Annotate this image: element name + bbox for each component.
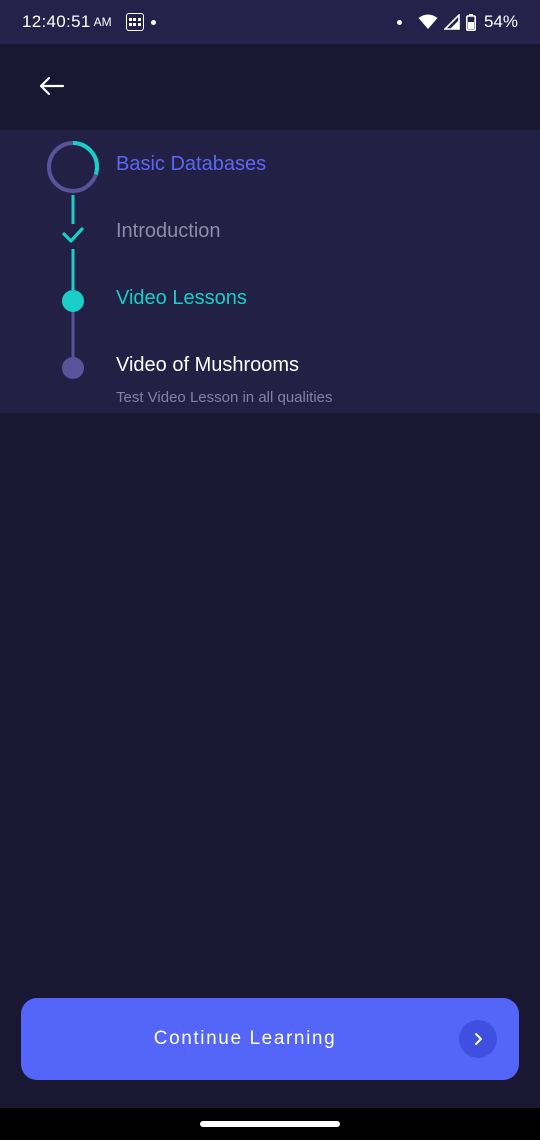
chevron-right-icon: [459, 1020, 497, 1058]
grid-icon: [125, 13, 144, 31]
home-indicator[interactable]: [200, 1121, 340, 1127]
active-step-dot: [62, 290, 84, 312]
system-nav-bar: [0, 1108, 540, 1140]
course-title[interactable]: Basic Databases: [116, 153, 266, 176]
timeline-track: [47, 141, 99, 379]
dot-icon: [150, 19, 156, 25]
step-current-lesson[interactable]: Video of Mushrooms: [116, 354, 299, 377]
app-header: [0, 44, 540, 130]
step-introduction[interactable]: Introduction: [116, 220, 221, 243]
wifi-icon: [418, 14, 438, 29]
status-ampm: AM: [93, 15, 112, 29]
course-progress-panel: Basic Databases Introduction Video Lesso…: [0, 130, 540, 413]
back-button[interactable]: [28, 66, 76, 106]
current-step-dot: [62, 357, 84, 379]
status-bar: 12:40:51 AM 54%: [0, 0, 540, 44]
check-icon: [62, 227, 84, 243]
battery-icon: [465, 13, 476, 31]
status-time: 12:40:51: [22, 12, 91, 31]
status-right: 54%: [390, 12, 518, 32]
continue-learning-label: Continue Learning: [153, 1028, 337, 1049]
arrow-left-icon: [39, 76, 65, 96]
step-current-subtitle: Test Video Lesson in all qualities: [116, 389, 333, 406]
signal-icon: [443, 14, 460, 30]
step-video-lessons[interactable]: Video Lessons: [116, 287, 247, 310]
continue-learning-button[interactable]: Continue Learning: [21, 998, 519, 1080]
battery-percent: 54%: [483, 12, 518, 31]
notification-dot-icon: [396, 19, 402, 25]
